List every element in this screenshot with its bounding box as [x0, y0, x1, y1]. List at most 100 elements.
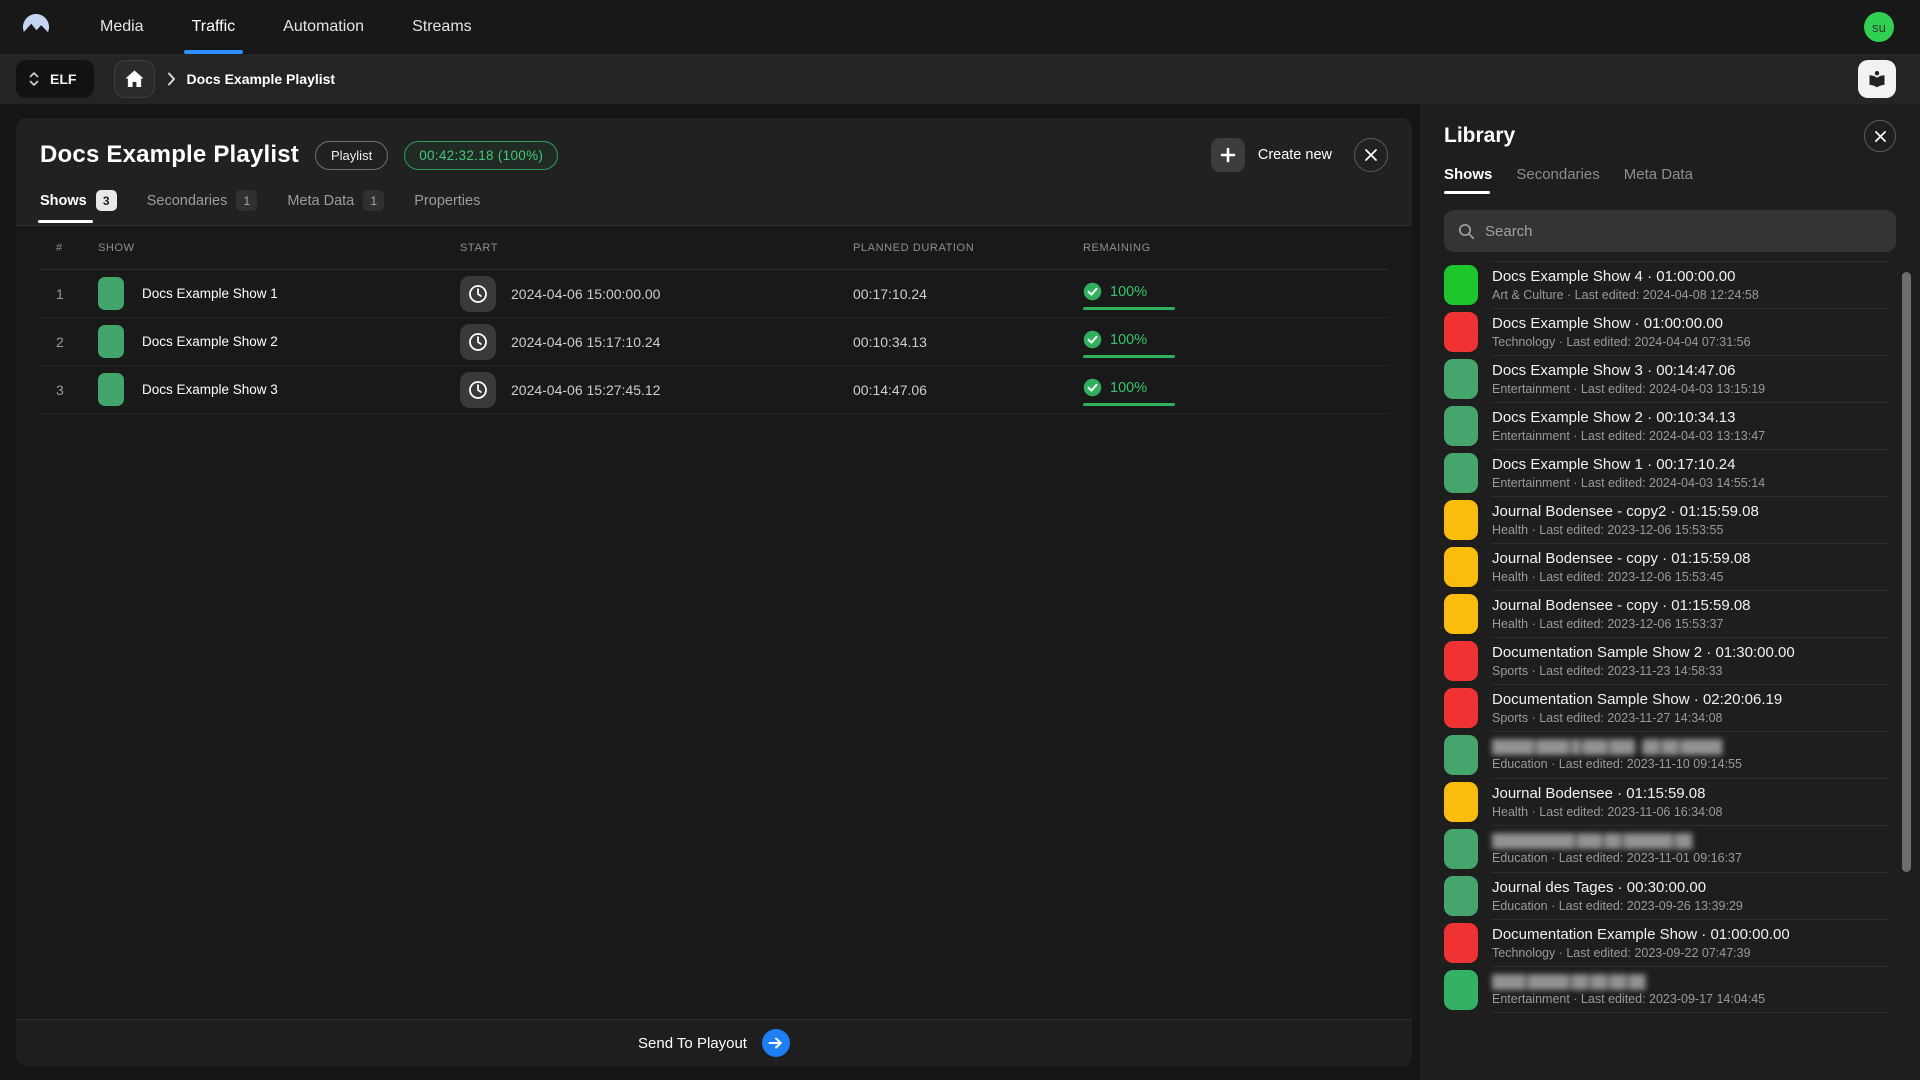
- start-time: 2024-04-06 15:00:00.00: [511, 286, 660, 302]
- playlist-title: Docs Example Playlist: [40, 141, 299, 169]
- planned-duration: 00:14:47.06: [853, 382, 1083, 398]
- show-color-swatch: [1444, 265, 1478, 305]
- library-book-icon: [1867, 69, 1887, 89]
- library-list: Docs Example Show 4 · 01:00:00.00 Art & …: [1420, 261, 1920, 1080]
- library-item[interactable]: Journal Bodensee - copy2 · 01:15:59.08 H…: [1444, 496, 1890, 543]
- nav-item-streams[interactable]: Streams: [388, 0, 496, 54]
- show-color-swatch: [1444, 829, 1478, 869]
- library-panel: Library Shows Secondaries Meta Data Docs E…: [1420, 104, 1920, 1080]
- library-toggle-button[interactable]: [1858, 60, 1896, 98]
- row-number: 1: [40, 286, 84, 302]
- library-item[interactable]: ████ █████ ██ ██ ██ ██ Entertainment · L…: [1444, 966, 1890, 1013]
- library-item-meta: Entertainment · Last edited: 2024-04-03 …: [1492, 382, 1765, 396]
- show-name: Docs Example Show 2: [142, 334, 278, 349]
- library-item[interactable]: Journal des Tages · 00:30:00.00 Educatio…: [1444, 872, 1890, 919]
- tab-meta-data[interactable]: Meta Data1: [287, 190, 384, 225]
- check-icon: [1083, 330, 1102, 349]
- library-item-title: █████ ████ █ ███ ███ · ██ ██ █████: [1492, 739, 1742, 754]
- show-color-swatch: [1444, 453, 1478, 493]
- library-item-meta: Entertainment · Last edited: 2023-09-17 …: [1492, 992, 1765, 1006]
- show-color-swatch: [1444, 970, 1478, 1010]
- library-item-meta: Art & Culture · Last edited: 2024-04-08 …: [1492, 288, 1759, 302]
- library-item[interactable]: Docs Example Show 1 · 00:17:10.24 Entert…: [1444, 449, 1890, 496]
- table-row[interactable]: 2 Docs Example Show 2 2024-04-06 15:17:1…: [40, 318, 1388, 366]
- clock-icon[interactable]: [460, 372, 496, 408]
- library-title: Library: [1444, 124, 1515, 148]
- library-item[interactable]: Journal Bodensee · 01:15:59.08 Health · …: [1444, 778, 1890, 825]
- send-to-playout-label: Send To Playout: [638, 1035, 747, 1052]
- library-tabs: Shows Secondaries Meta Data: [1420, 166, 1920, 194]
- chevron-right-icon: [167, 72, 176, 86]
- clock-icon[interactable]: [460, 324, 496, 360]
- library-item-title: Journal Bodensee · 01:15:59.08: [1492, 785, 1723, 802]
- nav-item-traffic[interactable]: Traffic: [168, 0, 260, 54]
- library-item-title: Journal des Tages · 00:30:00.00: [1492, 879, 1743, 896]
- nav-item-automation[interactable]: Automation: [259, 0, 388, 54]
- library-item[interactable]: Documentation Sample Show · 02:20:06.19 …: [1444, 684, 1890, 731]
- table-header: #SHOWSTARTPLANNED DURATIONREMAINING: [40, 226, 1388, 270]
- library-tab-meta-data[interactable]: Meta Data: [1624, 166, 1693, 194]
- library-item[interactable]: Documentation Example Show · 01:00:00.00…: [1444, 919, 1890, 966]
- playlist-duration-badge: 00:42:32.18 (100%): [404, 141, 558, 170]
- show-color-swatch: [1444, 782, 1478, 822]
- close-icon: [1364, 148, 1378, 162]
- app-logo-icon[interactable]: [14, 0, 58, 54]
- show-color-swatch: [1444, 406, 1478, 446]
- show-color-swatch: [1444, 594, 1478, 634]
- library-item[interactable]: █████ ████ █ ███ ███ · ██ ██ █████ Educa…: [1444, 731, 1890, 778]
- environment-selector[interactable]: ELF: [16, 60, 94, 98]
- library-scrollbar[interactable]: [1902, 272, 1911, 872]
- library-item[interactable]: Docs Example Show · 01:00:00.00 Technolo…: [1444, 308, 1890, 355]
- library-item[interactable]: Docs Example Show 4 · 01:00:00.00 Art & …: [1444, 261, 1890, 308]
- row-number: 2: [40, 334, 84, 350]
- start-time: 2024-04-06 15:17:10.24: [511, 334, 660, 350]
- remaining-progress-bar: [1083, 307, 1175, 310]
- library-item[interactable]: Docs Example Show 2 · 00:10:34.13 Entert…: [1444, 402, 1890, 449]
- show-color-swatch: [1444, 641, 1478, 681]
- clock-icon[interactable]: [460, 276, 496, 312]
- show-color-swatch: [98, 373, 124, 406]
- library-item[interactable]: ██████████ ███ ██ ██████ ██ Education · …: [1444, 825, 1890, 872]
- playlist-panel: Docs Example Playlist Playlist 00:42:32.…: [16, 118, 1412, 1066]
- library-item-meta: Health · Last edited: 2023-12-06 15:53:5…: [1492, 523, 1759, 537]
- table-row[interactable]: 3 Docs Example Show 3 2024-04-06 15:27:4…: [40, 366, 1388, 414]
- send-to-playout-button[interactable]: [762, 1029, 790, 1057]
- library-item[interactable]: Journal Bodensee - copy · 01:15:59.08 He…: [1444, 590, 1890, 637]
- close-playlist-button[interactable]: [1354, 138, 1388, 172]
- library-item[interactable]: Docs Example Show 3 · 00:14:47.06 Entert…: [1444, 355, 1890, 402]
- plus-icon: [1211, 138, 1245, 172]
- remaining-percent: 100%: [1110, 284, 1147, 300]
- library-item[interactable]: Documentation Sample Show 2 · 01:30:00.0…: [1444, 637, 1890, 684]
- library-item-meta: Health · Last edited: 2023-12-06 15:53:3…: [1492, 617, 1751, 631]
- library-item-title: Docs Example Show 3 · 00:14:47.06: [1492, 362, 1765, 379]
- user-avatar[interactable]: su: [1864, 12, 1894, 42]
- tab-shows[interactable]: Shows3: [40, 190, 117, 225]
- library-item-meta: Technology · Last edited: 2024-04-04 07:…: [1492, 335, 1751, 349]
- library-item-title: Documentation Sample Show · 02:20:06.19: [1492, 691, 1782, 708]
- library-tab-shows[interactable]: Shows: [1444, 166, 1492, 194]
- column-header-remaining: REMAINING: [1083, 242, 1388, 254]
- library-item-title: Docs Example Show 4 · 01:00:00.00: [1492, 268, 1759, 285]
- library-item-meta: Education · Last edited: 2023-11-01 09:1…: [1492, 851, 1742, 865]
- close-library-button[interactable]: [1864, 120, 1896, 152]
- library-tab-secondaries[interactable]: Secondaries: [1516, 166, 1599, 194]
- start-time: 2024-04-06 15:27:45.12: [511, 382, 660, 398]
- show-color-swatch: [1444, 735, 1478, 775]
- library-item-meta: Health · Last edited: 2023-11-06 16:34:0…: [1492, 805, 1723, 819]
- library-item-title: Documentation Example Show · 01:00:00.00: [1492, 926, 1790, 943]
- library-item-meta: Entertainment · Last edited: 2024-04-03 …: [1492, 429, 1765, 443]
- search-input[interactable]: [1485, 223, 1882, 240]
- remaining-progress-bar: [1083, 403, 1175, 406]
- show-color-swatch: [1444, 547, 1478, 587]
- library-item[interactable]: Journal Bodensee - copy · 01:15:59.08 He…: [1444, 543, 1890, 590]
- nav-item-media[interactable]: Media: [76, 0, 168, 54]
- breadcrumb-current[interactable]: Docs Example Playlist: [186, 71, 335, 87]
- library-item-title: Journal Bodensee - copy2 · 01:15:59.08: [1492, 503, 1759, 520]
- table-row[interactable]: 1 Docs Example Show 1 2024-04-06 15:00:0…: [40, 270, 1388, 318]
- tab-properties[interactable]: Properties: [414, 190, 480, 225]
- tab-count-badge: 1: [236, 190, 257, 211]
- tab-secondaries[interactable]: Secondaries1: [147, 190, 258, 225]
- create-new-button[interactable]: Create new: [1211, 138, 1332, 172]
- home-button[interactable]: [114, 60, 155, 98]
- show-color-swatch: [1444, 688, 1478, 728]
